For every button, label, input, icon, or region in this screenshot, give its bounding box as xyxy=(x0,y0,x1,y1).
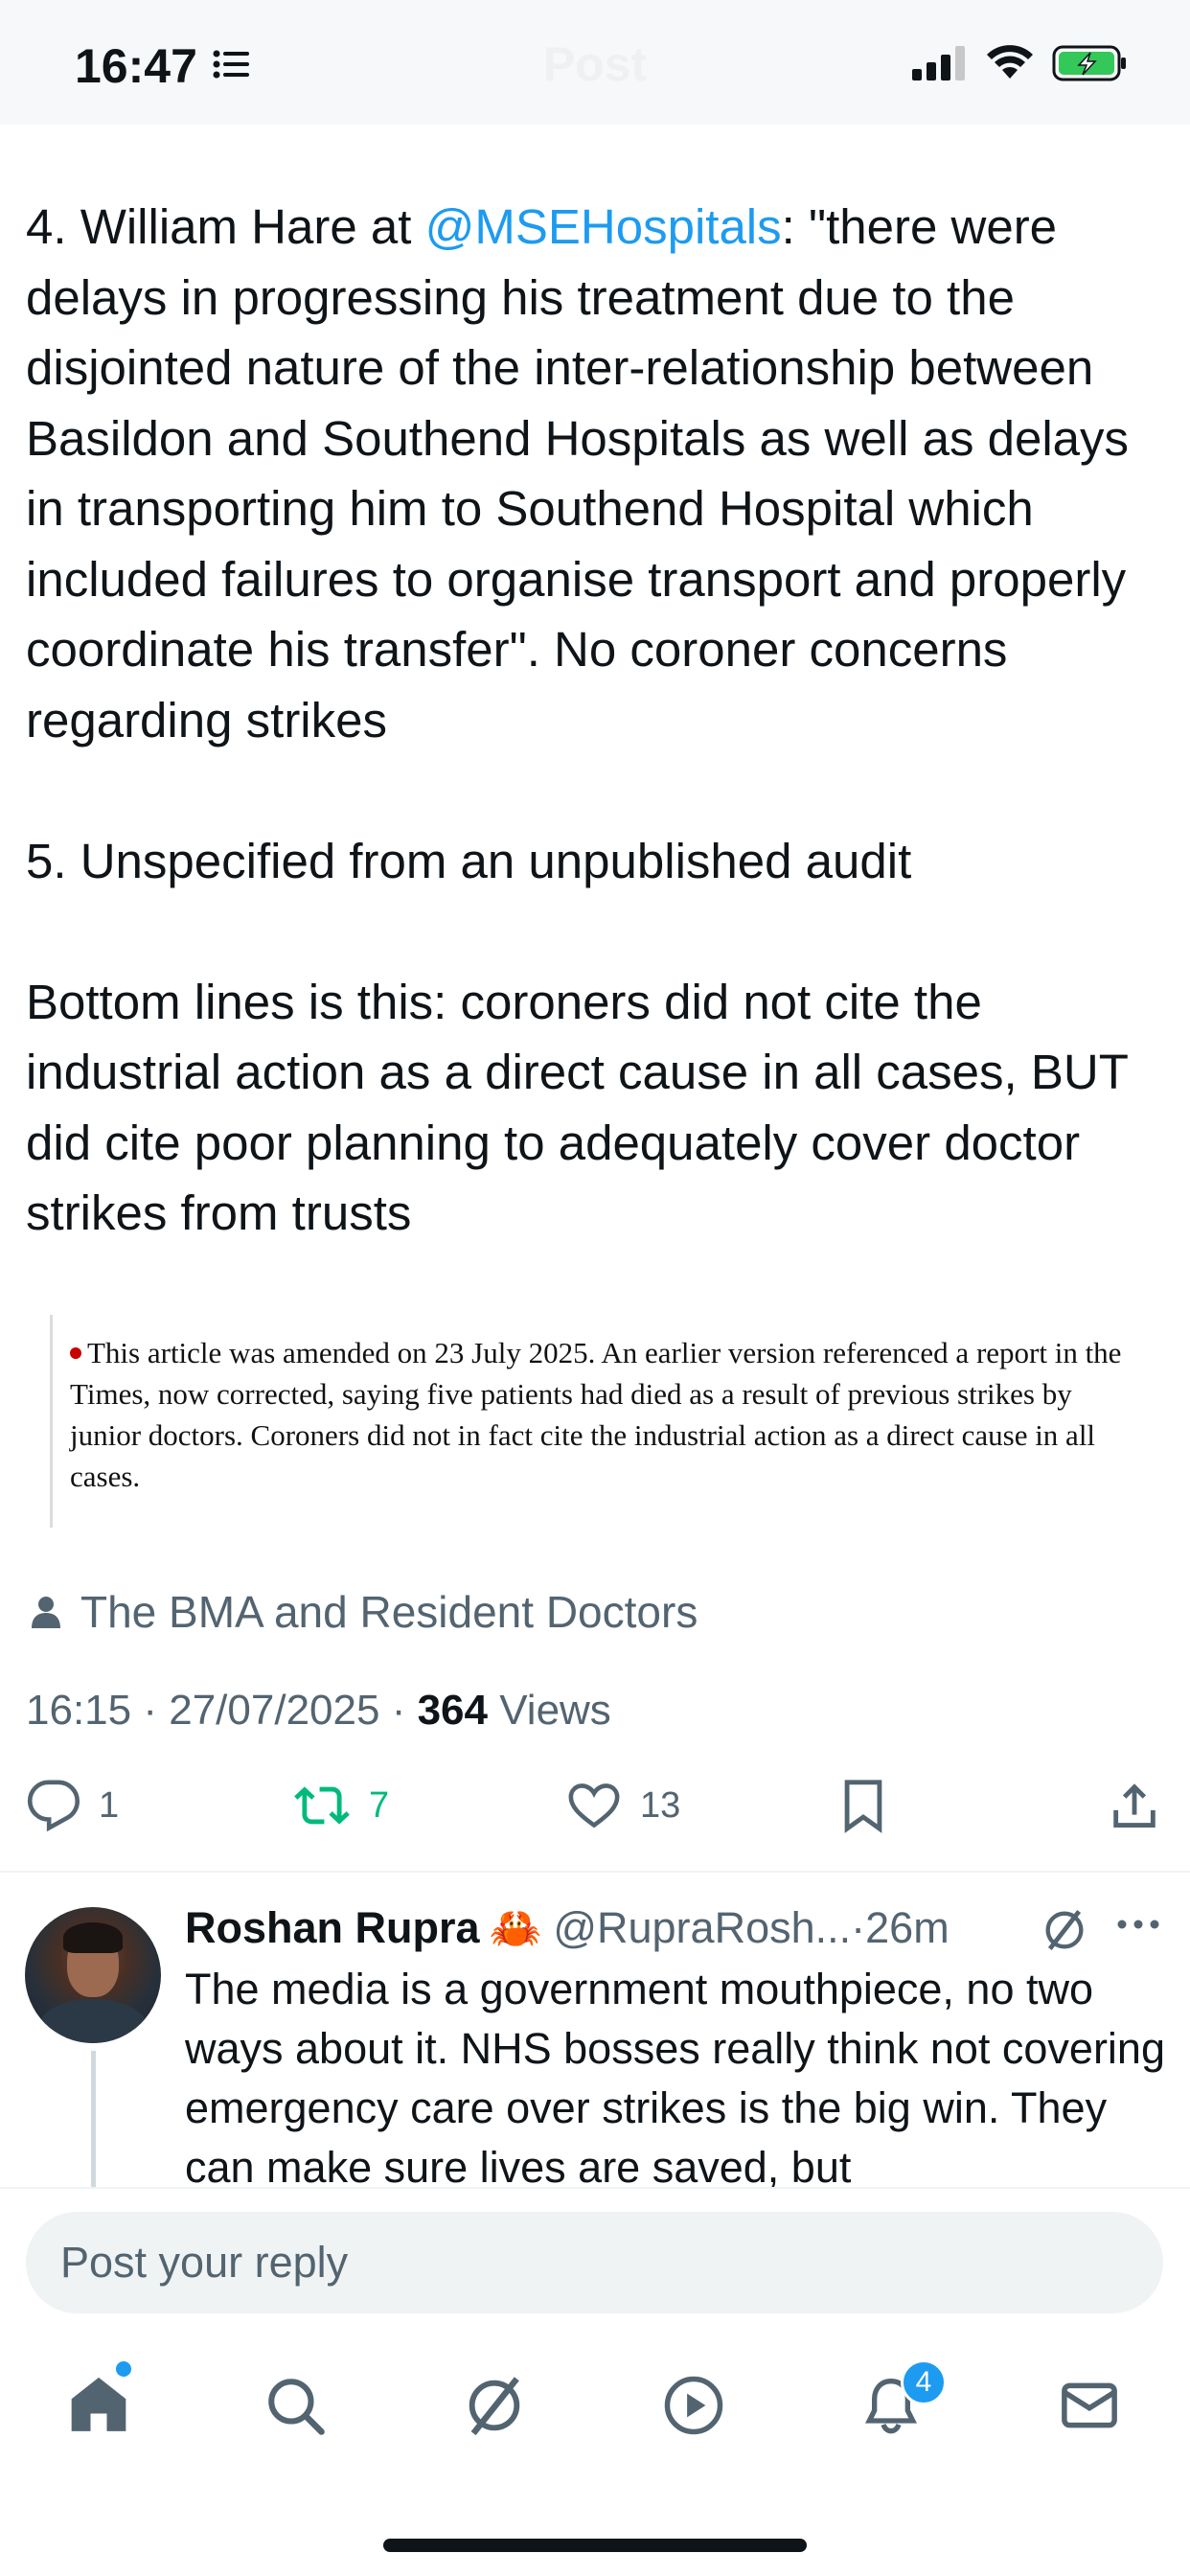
person-icon xyxy=(32,1597,60,1628)
mention-link[interactable]: @MSEHospitals xyxy=(425,199,782,254)
reply-count: 1 xyxy=(99,1784,120,1826)
red-bullet-icon xyxy=(70,1346,81,1359)
like-button[interactable]: 13 xyxy=(565,1778,680,1833)
status-time: 16:47 xyxy=(75,39,197,93)
grok-icon xyxy=(469,2377,520,2436)
attached-image[interactable]: This article was amended on 23 July 2025… xyxy=(50,1315,1142,1528)
home-new-dot xyxy=(116,2361,131,2377)
reply-button[interactable]: 1 xyxy=(26,1778,119,1833)
reply-author-handle[interactable]: @RupraRosh... xyxy=(553,1903,851,1953)
list-icon xyxy=(213,50,249,79)
divider xyxy=(0,1871,1190,1873)
home-icon xyxy=(71,2377,126,2431)
views-count: 364 xyxy=(417,1687,488,1734)
share-button[interactable] xyxy=(1107,1778,1162,1833)
correction-text: This article was amended on 23 July 2025… xyxy=(70,1336,1122,1493)
views-label: Views xyxy=(499,1687,611,1734)
post-text-part: 4. William Hare at xyxy=(26,199,425,254)
repost-button[interactable]: 7 xyxy=(292,1778,389,1833)
search-icon xyxy=(268,2379,325,2435)
reply-header: Roshan Rupra 🦀 @RupraRosh... · 26m xyxy=(185,1899,1181,1957)
community-label: The BMA and Resident Doctors xyxy=(80,1587,698,1637)
more-icon[interactable] xyxy=(1116,1919,1160,1930)
status-bar: Post 16:47 xyxy=(0,0,1190,125)
mail-icon xyxy=(1062,2382,1117,2428)
bookmark-icon xyxy=(844,1780,882,1833)
avatar-shirt xyxy=(38,1999,148,2043)
community-link[interactable]: The BMA and Resident Doctors xyxy=(31,1586,698,1638)
grok-icon[interactable] xyxy=(1040,1905,1089,1955)
tab-messages[interactable] xyxy=(1051,2367,1128,2444)
post-actions: 1 7 13 xyxy=(0,1778,1190,1845)
bookmark-button[interactable] xyxy=(838,1778,888,1833)
heart-icon xyxy=(568,1783,620,1828)
like-count: 13 xyxy=(640,1784,681,1826)
repost-count: 7 xyxy=(369,1784,390,1826)
reply-text: The media is a government mouthpiece, no… xyxy=(185,1965,1165,2190)
avatar[interactable] xyxy=(25,1907,161,2043)
post-text: 4. William Hare at @MSEHospitals: "there… xyxy=(26,192,1171,1249)
wifi-icon xyxy=(987,45,1033,79)
tab-bar xyxy=(0,2329,1190,2482)
tab-search[interactable] xyxy=(257,2367,333,2444)
reply-icon xyxy=(27,1780,80,1832)
post-date: 27/07/2025 xyxy=(169,1687,380,1734)
share-icon xyxy=(1113,1783,1156,1828)
post-text-part: : "there were delays in progressing his … xyxy=(26,199,1130,1240)
repost-icon xyxy=(294,1786,350,1825)
post-meta: 16:15 · 27/07/2025 · 364 Views xyxy=(26,1687,611,1735)
separator: · xyxy=(391,1687,406,1734)
avatar-hair xyxy=(63,1922,123,1953)
play-icon xyxy=(664,2376,723,2435)
separator: · xyxy=(851,1903,866,1952)
tab-grok[interactable] xyxy=(456,2367,533,2444)
tab-video[interactable] xyxy=(655,2367,732,2444)
thread-line xyxy=(91,2051,96,2190)
home-indicator[interactable] xyxy=(383,2539,807,2552)
correction-notice: This article was amended on 23 July 2025… xyxy=(70,1332,1142,1497)
cellular-signal-icon xyxy=(912,46,965,80)
post-time: 16:15 xyxy=(26,1687,132,1734)
reply-author-name[interactable]: Roshan Rupra xyxy=(185,1903,480,1953)
reply-input[interactable]: Post your reply xyxy=(26,2212,1163,2313)
reply-time: 26m xyxy=(865,1903,950,1952)
notification-badge: 4 xyxy=(901,2359,947,2405)
separator: · xyxy=(143,1687,157,1734)
crab-emoji: 🦀 xyxy=(489,1905,542,1952)
battery-icon xyxy=(1052,45,1126,81)
tab-home[interactable] xyxy=(60,2367,137,2444)
